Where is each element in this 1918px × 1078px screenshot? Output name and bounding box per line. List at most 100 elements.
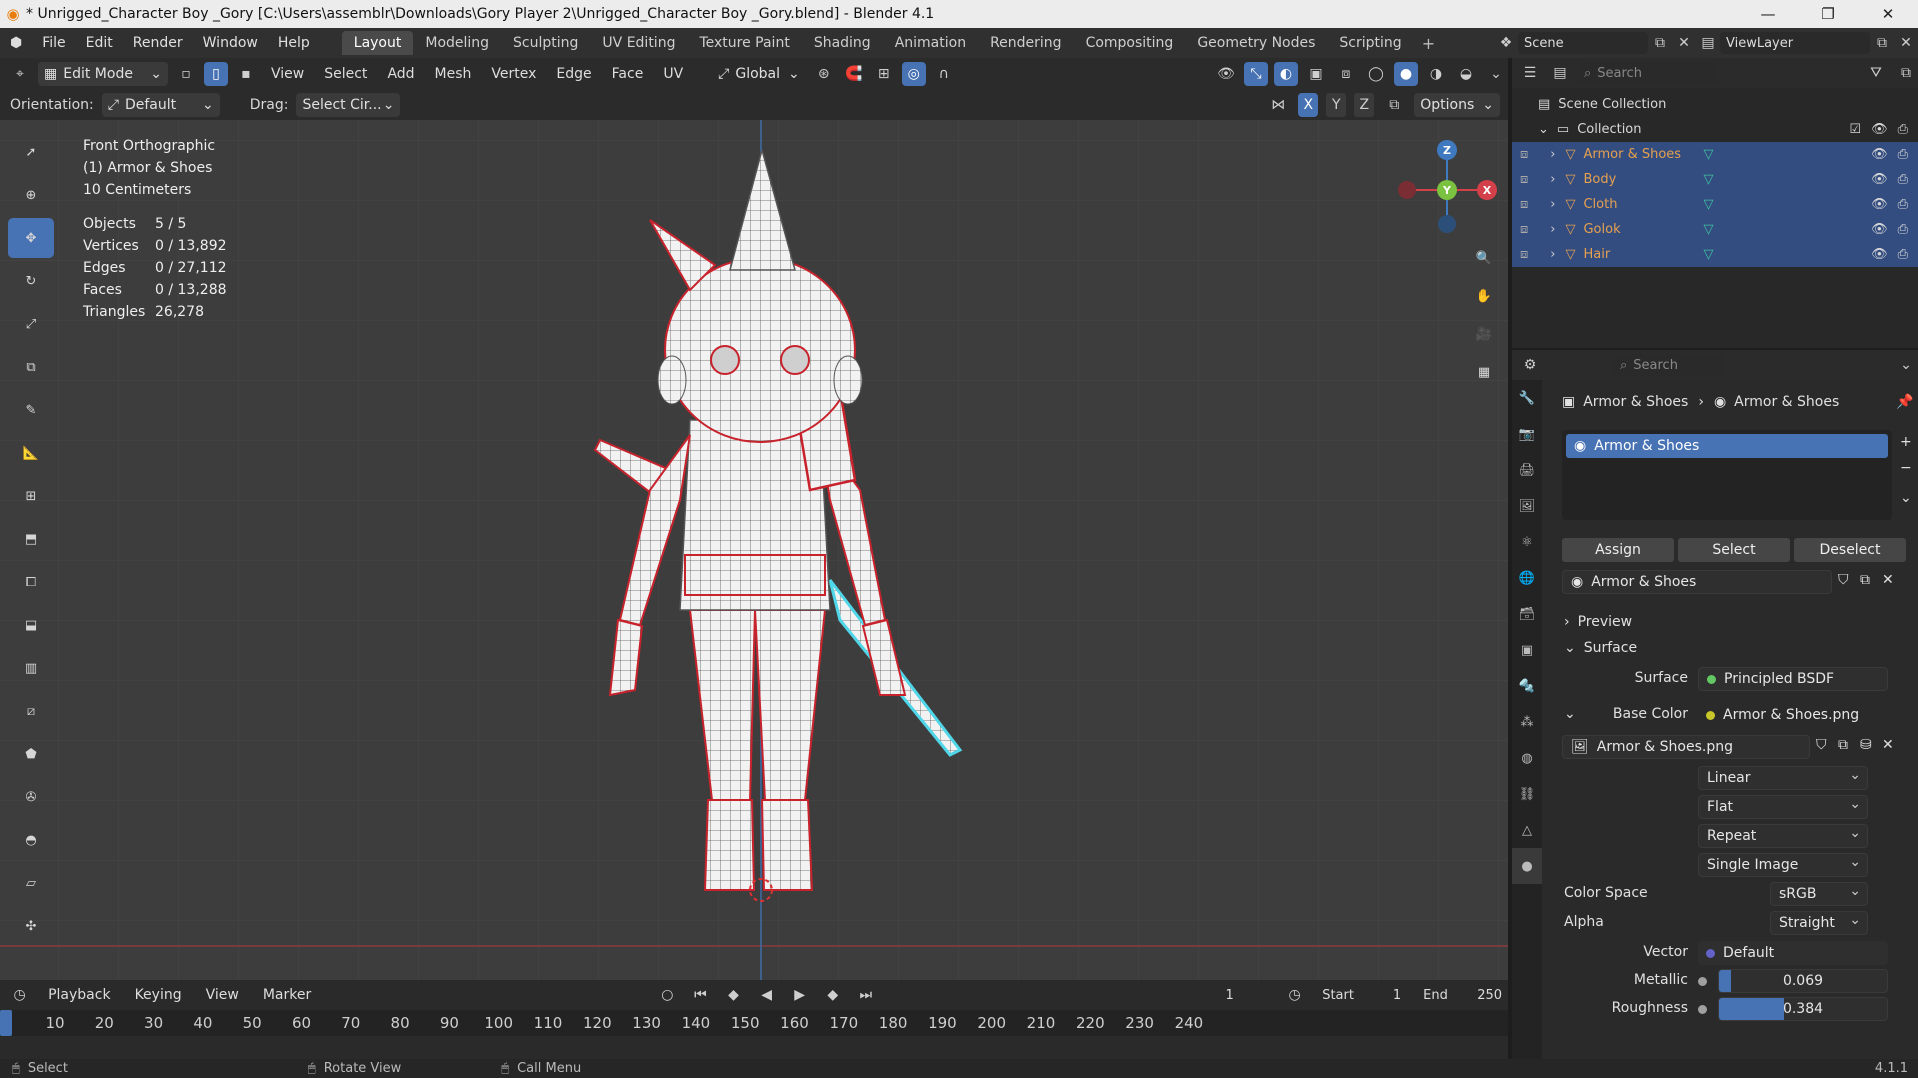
- ortho-toggle-icon[interactable]: ▦: [1468, 356, 1500, 388]
- scale-tool-icon[interactable]: ⤢: [8, 304, 54, 344]
- chevron-right-icon[interactable]: ›: [1550, 247, 1555, 262]
- filter-icon[interactable]: ⛛: [1864, 61, 1888, 85]
- menu-playback[interactable]: Playback: [41, 987, 117, 1003]
- extrude-tool-icon[interactable]: ⬒: [8, 519, 54, 559]
- tab-geometry-nodes[interactable]: Geometry Nodes: [1185, 31, 1327, 55]
- scene-collection-row[interactable]: ▤ Scene Collection: [1512, 92, 1918, 117]
- spin-tool-icon[interactable]: ✇: [8, 777, 54, 817]
- slot-specials-icon[interactable]: ⌄: [1900, 490, 1912, 506]
- outliner-item[interactable]: ⧈ › ▽ Body ▽ 👁 ⎙: [1512, 167, 1918, 192]
- cursor-tool-icon[interactable]: ⊕: [8, 175, 54, 215]
- pan-hand-icon[interactable]: ✋: [1468, 280, 1500, 312]
- menu-mesh[interactable]: Mesh: [428, 66, 479, 82]
- shading-options-icon[interactable]: ⌄: [1484, 62, 1508, 86]
- mode-dropdown[interactable]: ▦ Edit Mode ⌄: [38, 62, 168, 86]
- menu-edit[interactable]: Edit: [76, 35, 123, 51]
- wireframe-shading-icon[interactable]: ◯: [1364, 62, 1388, 86]
- play-reverse-icon[interactable]: ◀: [755, 983, 778, 1007]
- object-tab-icon[interactable]: ▣: [1512, 632, 1542, 668]
- add-cube-tool-icon[interactable]: ⊞: [8, 476, 54, 516]
- material-slot-item[interactable]: ◉ Armor & Shoes: [1566, 434, 1888, 458]
- data-tab-icon[interactable]: △: [1512, 812, 1542, 848]
- add-slot-icon[interactable]: +: [1900, 434, 1912, 450]
- view-layer-field[interactable]: ViewLayer: [1720, 32, 1870, 54]
- character-mesh[interactable]: [540, 150, 1000, 950]
- unlink-material-icon[interactable]: ✕: [1882, 572, 1894, 588]
- chevron-right-icon[interactable]: ›: [1550, 147, 1555, 162]
- collection-row[interactable]: ⌄ ▭ Collection ☑ 👁 ⎙: [1512, 117, 1918, 142]
- prev-keyframe-icon[interactable]: ◆: [722, 983, 745, 1007]
- outliner-item[interactable]: ⧈ › ▽ Cloth ▽ 👁 ⎙: [1512, 192, 1918, 217]
- end-frame-field[interactable]: End 250: [1417, 984, 1509, 1006]
- falloff-icon[interactable]: ∩: [932, 62, 956, 86]
- add-workspace-icon[interactable]: +: [1414, 34, 1443, 53]
- material-tab-icon[interactable]: ●: [1512, 848, 1542, 884]
- outliner-item[interactable]: ⧈ › ▽ Armor & Shoes ▽ 👁 ⎙: [1512, 142, 1918, 167]
- close-button[interactable]: ✕: [1858, 0, 1918, 28]
- menu-face[interactable]: Face: [605, 66, 651, 82]
- world-tab-icon[interactable]: 🌐: [1512, 560, 1542, 596]
- transform-orientation-dropdown[interactable]: ⤢ Global ⌄: [712, 62, 806, 86]
- base-color-link[interactable]: Armor & Shoes.png: [1698, 703, 1888, 727]
- select-tool-icon[interactable]: ➚: [8, 132, 54, 172]
- orientation-dropdown[interactable]: ⤢ Default ⌄: [101, 93, 220, 117]
- eye-icon[interactable]: 👁: [1871, 197, 1888, 212]
- mirror-z-toggle[interactable]: Z: [1354, 93, 1375, 117]
- menu-timeline-view[interactable]: View: [199, 987, 246, 1003]
- rotate-tool-icon[interactable]: ↻: [8, 261, 54, 301]
- scene-field[interactable]: Scene: [1518, 32, 1648, 54]
- menu-edge[interactable]: Edge: [549, 66, 598, 82]
- menu-window[interactable]: Window: [193, 35, 268, 51]
- move-tool-icon[interactable]: ✥: [8, 218, 54, 258]
- smooth-tool-icon[interactable]: ◓: [8, 820, 54, 860]
- outliner-item[interactable]: ⧈ › ▽ Golok ▽ 👁 ⎙: [1512, 217, 1918, 242]
- rendered-shading-icon[interactable]: ◒: [1454, 62, 1478, 86]
- face-select-icon[interactable]: ▪: [234, 62, 258, 86]
- timeline-editor-type-icon[interactable]: ◷: [8, 983, 31, 1007]
- camera-icon[interactable]: ⎙: [1898, 222, 1908, 237]
- edge-slide-tool-icon[interactable]: ▱: [8, 863, 54, 903]
- jump-end-icon[interactable]: ⏭: [854, 983, 877, 1007]
- tab-uv-editing[interactable]: UV Editing: [590, 31, 687, 55]
- material-name-field[interactable]: ◉ Armor & Shoes: [1562, 570, 1832, 594]
- loop-cut-tool-icon[interactable]: ▥: [8, 648, 54, 688]
- metallic-slider[interactable]: 0.069: [1718, 969, 1888, 993]
- menu-file[interactable]: File: [32, 35, 75, 51]
- output-tab-icon[interactable]: 🖨: [1512, 452, 1542, 488]
- transform-tool-icon[interactable]: ⧉: [8, 347, 54, 387]
- menu-help[interactable]: Help: [268, 35, 320, 51]
- menu-view[interactable]: View: [264, 66, 311, 82]
- zoom-icon[interactable]: 🔍: [1468, 242, 1500, 274]
- menu-marker[interactable]: Marker: [256, 987, 318, 1003]
- snap-icon[interactable]: 🧲: [842, 62, 866, 86]
- xray-icon[interactable]: ▣: [1304, 62, 1328, 86]
- properties-search-input[interactable]: ⌕ Search: [1614, 354, 1726, 376]
- start-frame-field[interactable]: Start 1: [1316, 984, 1408, 1006]
- view-layer-tab-icon[interactable]: 🖼: [1512, 488, 1542, 524]
- menu-render[interactable]: Render: [123, 35, 193, 51]
- annotate-tool-icon[interactable]: ✎: [8, 390, 54, 430]
- tab-rendering[interactable]: Rendering: [978, 31, 1074, 55]
- modifiers-tab-icon[interactable]: 🔩: [1512, 668, 1542, 704]
- chevron-right-icon[interactable]: ›: [1550, 197, 1555, 212]
- camera-icon[interactable]: ⎙: [1898, 197, 1908, 212]
- frame-ruler[interactable]: 10 20 30 40 50 60 70 80 90 100 110 120 130 140 150 160 1…: [0, 1010, 1508, 1036]
- solid-shading-icon[interactable]: ●: [1394, 62, 1418, 86]
- eye-icon[interactable]: 👁: [1871, 222, 1888, 237]
- outliner-item[interactable]: ⧈ › ▽ Hair ▽ 👁 ⎙: [1512, 242, 1918, 267]
- deselect-button[interactable]: Deselect: [1794, 538, 1906, 562]
- minimize-button[interactable]: —: [1738, 0, 1798, 28]
- vector-field[interactable]: Default: [1698, 941, 1888, 965]
- new-view-layer-icon[interactable]: ⧉: [1870, 31, 1894, 55]
- chevron-right-icon[interactable]: ›: [1550, 172, 1555, 187]
- menu-keying[interactable]: Keying: [128, 987, 189, 1003]
- new-image-icon[interactable]: ⧉: [1838, 737, 1848, 753]
- image-fake-user-icon[interactable]: ⛉: [1816, 737, 1827, 753]
- proportional-editing-icon[interactable]: ◎: [901, 62, 926, 86]
- interpolation-dropdown[interactable]: Linear: [1698, 766, 1868, 790]
- menu-uv[interactable]: UV: [656, 66, 690, 82]
- chevron-right-icon[interactable]: ›: [1550, 222, 1555, 237]
- mirror-y-toggle[interactable]: Y: [1326, 93, 1347, 117]
- tab-scripting[interactable]: Scripting: [1327, 31, 1413, 55]
- base-color-expand-icon[interactable]: ⌄: [1564, 706, 1576, 722]
